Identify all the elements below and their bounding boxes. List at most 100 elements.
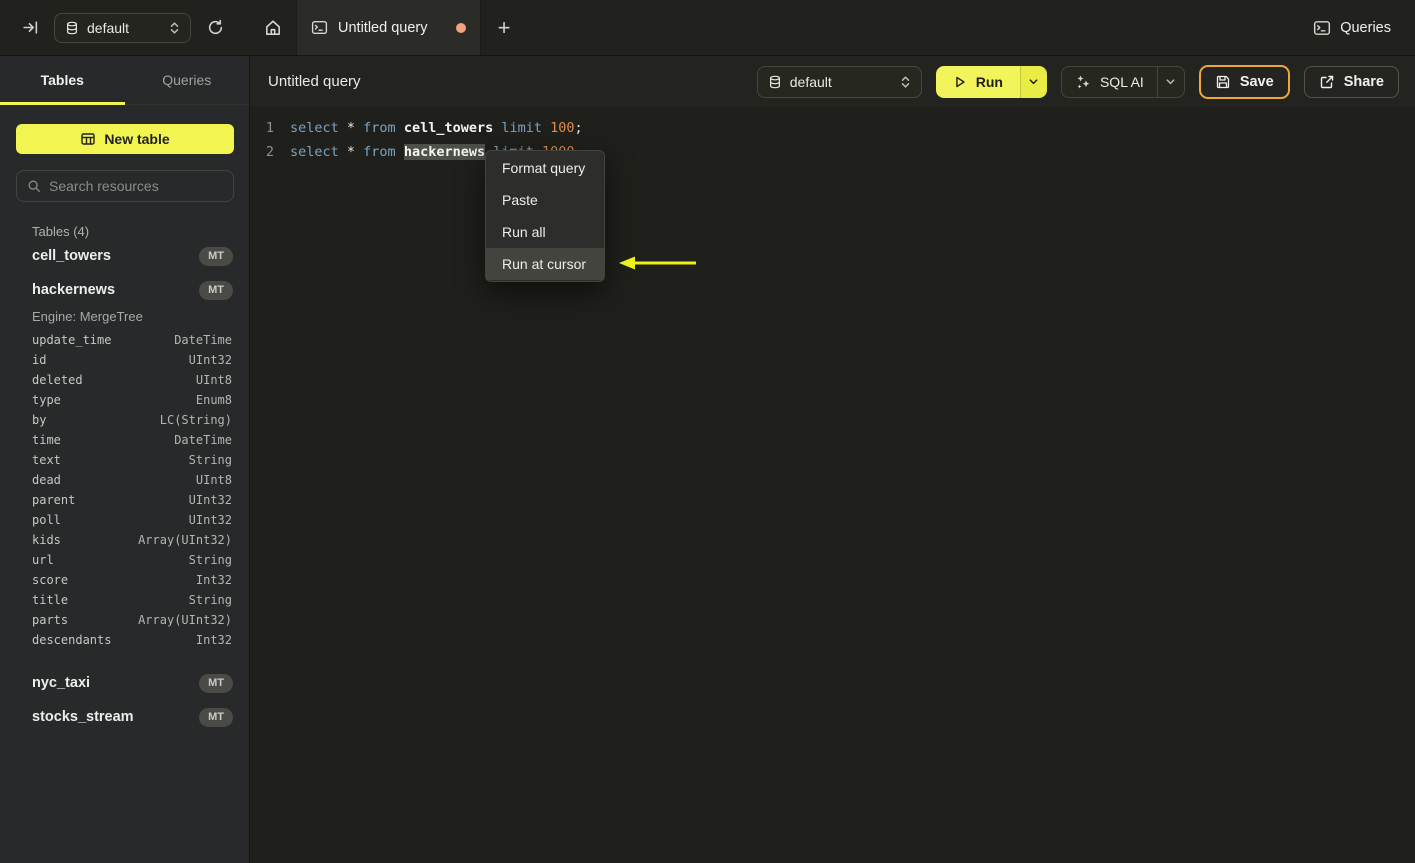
database-selector[interactable]: default	[756, 65, 922, 98]
column-row[interactable]: parts Array(UInt32)	[0, 610, 249, 630]
sql-token-selected: hackernews	[403, 144, 486, 160]
sql-token: from	[363, 144, 404, 160]
column-row[interactable]: id UInt32	[0, 350, 249, 370]
column-name: title	[32, 593, 69, 607]
home-icon	[264, 19, 282, 37]
column-name: score	[32, 573, 69, 587]
save-button[interactable]: Save	[1198, 64, 1290, 99]
home-button[interactable]	[250, 0, 296, 55]
collapse-sidebar-button[interactable]	[16, 14, 44, 42]
menu-item-run-all[interactable]: Run all	[486, 216, 604, 248]
chevron-updown-icon	[900, 75, 911, 89]
table-name: hackernews	[32, 282, 116, 298]
sql-token: select	[290, 120, 347, 136]
column-name: text	[32, 453, 61, 467]
menu-item-run-at-cursor[interactable]: Run at cursor	[486, 248, 604, 280]
search-box	[16, 170, 234, 202]
share-button[interactable]: Share	[1303, 65, 1399, 98]
table-row-stocks-stream[interactable]: stocks_stream MT	[0, 700, 249, 734]
column-type: UInt32	[188, 353, 232, 367]
sql-token: 100	[550, 120, 575, 136]
column-type: LC(String)	[159, 413, 232, 427]
column-row[interactable]: deleted UInt8	[0, 370, 249, 390]
column-name: parts	[32, 613, 69, 627]
column-row[interactable]: time DateTime	[0, 430, 249, 450]
engine-badge: MT	[199, 246, 233, 266]
column-row[interactable]: title String	[0, 590, 249, 610]
run-label: Run	[975, 73, 1003, 90]
column-type: String	[188, 553, 232, 567]
queries-button[interactable]: Queries	[1313, 19, 1391, 37]
sidebar: Tables Queries New table Tables (4) cell…	[0, 56, 250, 863]
menu-item-paste[interactable]: Paste	[486, 184, 604, 216]
line-number: 1	[265, 120, 274, 136]
floppy-icon	[1215, 74, 1231, 90]
save-label: Save	[1239, 73, 1274, 90]
terminal-icon	[1313, 19, 1331, 37]
new-table-button[interactable]: New table	[16, 124, 234, 154]
search-input[interactable]	[49, 178, 223, 194]
column-row[interactable]: dead UInt8	[0, 470, 249, 490]
column-row[interactable]: poll UInt32	[0, 510, 249, 530]
column-row[interactable]: update_time DateTime	[0, 330, 249, 350]
table-row-hackernews[interactable]: hackernews MT	[0, 273, 249, 307]
table-row-cell-towers[interactable]: cell_towers MT	[0, 239, 249, 273]
sql-ai-split-button: SQL AI	[1060, 65, 1185, 98]
new-table-label: New table	[104, 131, 170, 147]
table-name: stocks_stream	[32, 709, 134, 725]
code-line-1[interactable]: 1 select * from cell_towers limit 100;	[250, 116, 1415, 140]
sql-token: *	[346, 120, 364, 136]
column-name: type	[32, 393, 61, 407]
tables-section-label: Tables (4)	[32, 224, 90, 239]
column-row[interactable]: kids Array(UInt32)	[0, 530, 249, 550]
column-row[interactable]: by LC(String)	[0, 410, 249, 430]
tab-untitled-query[interactable]: Untitled query	[296, 0, 481, 55]
column-row[interactable]: score Int32	[0, 570, 249, 590]
terminal-icon	[311, 19, 328, 36]
sql-token: ;	[574, 120, 583, 136]
code-line-2[interactable]: 2 select * from hackernews limit 1000	[250, 140, 1415, 164]
engine-badge: MT	[199, 280, 233, 300]
column-row[interactable]: parent UInt32	[0, 490, 249, 510]
column-name: dead	[32, 473, 61, 487]
column-name: update_time	[32, 333, 112, 347]
sidebar-tab-tables[interactable]: Tables	[0, 56, 125, 105]
sql-ai-button[interactable]: SQL AI	[1062, 67, 1157, 97]
column-row[interactable]: descendants Int32	[0, 630, 249, 650]
table-name: cell_towers	[32, 248, 111, 264]
menu-item-format-query[interactable]: Format query	[486, 152, 604, 184]
column-name: by	[32, 413, 47, 427]
column-type: UInt32	[188, 493, 232, 507]
column-name: descendants	[32, 633, 112, 647]
column-name: time	[32, 433, 61, 447]
database-selector[interactable]: default	[54, 12, 191, 43]
column-type: Int32	[195, 573, 232, 587]
column-type: UInt32	[188, 513, 232, 527]
column-type: Int32	[195, 633, 232, 647]
refresh-icon	[207, 19, 224, 36]
column-type: UInt8	[195, 373, 232, 387]
sql-token: from	[363, 120, 404, 136]
column-type: String	[188, 453, 232, 467]
sidebar-tab-queries[interactable]: Queries	[125, 56, 250, 104]
header-controls: default Run SQL AI Save Share	[756, 64, 1399, 99]
run-options-button[interactable]	[1019, 65, 1047, 98]
column-name: url	[32, 553, 54, 567]
sql-token: *	[346, 144, 364, 160]
table-row-nyc-taxi[interactable]: nyc_taxi MT	[0, 666, 249, 700]
new-tab-button[interactable]: +	[481, 0, 527, 55]
column-row[interactable]: type Enum8	[0, 390, 249, 410]
column-type: DateTime	[174, 333, 232, 347]
run-button[interactable]: Run	[935, 65, 1020, 98]
sql-ai-options-button[interactable]	[1156, 66, 1184, 97]
column-name: poll	[32, 513, 61, 527]
sidebar-tabs: Tables Queries	[0, 56, 249, 105]
refresh-button[interactable]	[201, 14, 229, 42]
column-row[interactable]: url String	[0, 550, 249, 570]
topbar: default Untitled query + Queries	[0, 0, 1415, 56]
column-row[interactable]: text String	[0, 450, 249, 470]
sql-token: limit	[493, 120, 551, 136]
play-icon	[953, 75, 967, 89]
sql-editor[interactable]: 1 select * from cell_towers limit 100; 2…	[250, 107, 1415, 863]
